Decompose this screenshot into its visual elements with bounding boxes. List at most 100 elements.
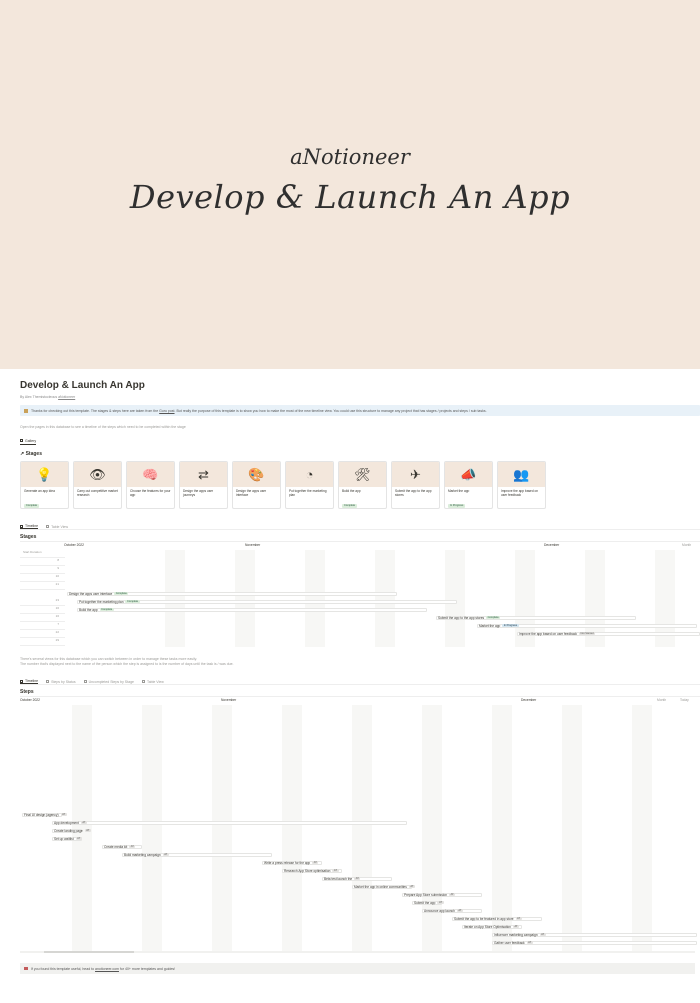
assignee-tag: AT — [84, 828, 91, 833]
timeline-months: October 2022 November December Month Tod… — [20, 697, 700, 703]
stage-timeline-bar[interactable]: Submit the app to the app stores Complete — [436, 615, 636, 620]
bar-label: Market the app in online communities — [354, 884, 407, 889]
tab-steps-timeline[interactable]: Timeline — [20, 679, 39, 684]
step-timeline-bar[interactable]: Final UI design (agency) AT — [22, 812, 67, 817]
tab-gallery[interactable]: Gallery — [20, 439, 37, 445]
stage-card[interactable]: 🎨 Design the apps user interface Complete — [232, 461, 281, 509]
footer-text: If you found this template useful, head … — [31, 966, 95, 971]
duration-cell: 16 — [20, 614, 65, 622]
people-icon: 👥 — [498, 462, 545, 487]
tab-label: Table View — [146, 679, 164, 684]
bar-label: Gather user feedback — [494, 940, 525, 945]
tab-table-view[interactable]: Table View — [46, 524, 68, 529]
assignee-tag: AT — [60, 812, 67, 817]
step-timeline-bar[interactable]: Create landing page AT — [52, 828, 91, 833]
pie-chart-icon: ◔ — [286, 462, 333, 487]
footer-link[interactable]: anotioneer.com — [95, 967, 119, 971]
bar-label: Beta test launch the — [324, 876, 353, 881]
tools-icon: 🛠 — [339, 462, 386, 487]
step-timeline-bar[interactable]: Gather user feedback AT — [492, 940, 697, 945]
note-icon — [24, 408, 28, 413]
arrows-icon: ⇄ — [180, 462, 227, 487]
duration-cell: 7 — [20, 622, 65, 630]
step-timeline-bar[interactable]: Build marketing campaign AT — [122, 852, 272, 857]
tab-uncompleted-steps[interactable]: Uncompleted Steps by Stage — [83, 679, 134, 684]
today-button[interactable]: Today — [680, 698, 689, 702]
bar-label: Influencer marketing campaign — [494, 932, 538, 937]
month-label: October 2022 — [64, 543, 84, 547]
stage-card[interactable]: 🛠 Build the app Complete — [338, 461, 387, 509]
steps-heading: Steps — [20, 689, 34, 695]
step-timeline-bar[interactable]: Submit the app to be featured in app sto… — [452, 916, 542, 921]
stage-card[interactable]: 👁 Carry out competitive market research Co… — [73, 461, 122, 509]
duration-cell: 16 — [20, 606, 65, 614]
step-timeline-bar[interactable]: Beta test launch the AT — [322, 876, 392, 881]
status-badge: Complete — [114, 591, 129, 596]
step-timeline-bar[interactable]: Market the app in online communities AT — [352, 884, 415, 889]
duration-col-header: Start Duration — [20, 550, 65, 558]
stage-timeline-bar[interactable]: Build the app Complete — [77, 607, 427, 612]
scrollbar-thumb[interactable] — [44, 951, 134, 953]
status-badge: Complete — [486, 615, 501, 620]
step-timeline-bar[interactable]: Submit the app AT — [412, 900, 444, 905]
gallery-icon — [20, 439, 23, 442]
month-label: October 2022 — [20, 698, 40, 702]
duration-cell: 22 — [20, 630, 65, 638]
step-timeline-bar[interactable]: Create media kit AT — [102, 844, 142, 849]
bar-label: Prepare App Store submission — [404, 892, 448, 897]
horizontal-scrollbar[interactable] — [20, 951, 695, 953]
stage-timeline-bar[interactable]: Put together the marketing plan Complete — [77, 599, 457, 604]
assignee-tag: AT — [512, 924, 520, 929]
stage-card[interactable]: 🧠 Choose the features for your app Complet… — [126, 461, 175, 509]
table-icon — [46, 525, 50, 528]
status-badge: Complete — [342, 503, 358, 508]
byline-prefix: By — [20, 395, 25, 399]
callout-link[interactable]: Guru post — [159, 409, 174, 413]
tab-steps-by-status[interactable]: Steps by Status — [46, 679, 76, 684]
view-mode-selector[interactable]: Month — [657, 698, 666, 702]
bar-label: Final UI design (agency) — [24, 812, 59, 817]
stage-card[interactable]: 👥 Improve the app based on user feedback N… — [497, 461, 546, 509]
status-badge: Complete — [289, 508, 304, 509]
intro-callout: Thanks for checking out this template. T… — [20, 405, 700, 416]
stage-card-title: Build the app — [342, 489, 361, 493]
timeline-months: October 2022 November December Month — [20, 542, 700, 548]
stages-timeline-tabs: Timeline Table View Stages — [20, 518, 700, 540]
byline-author: Alex Themistocleous — [24, 395, 58, 399]
stage-card-title: Generate an app idea — [24, 489, 55, 493]
step-timeline-bar[interactable]: Write a press release for the app AT — [262, 860, 322, 865]
bar-label: Submit the app to be featured in app sto… — [454, 916, 514, 921]
step-timeline-bar[interactable]: App development AT — [52, 820, 407, 825]
step-timeline-bar[interactable]: Set up waitlist AT — [52, 836, 82, 841]
board-icon — [46, 680, 50, 683]
byline: By Alex Themistocleous aNotioneer — [20, 395, 700, 399]
bar-label: Market the app — [479, 623, 501, 628]
page-body: Develop & Launch An App By Alex Themisto… — [20, 380, 700, 509]
tab-steps-table[interactable]: Table View — [141, 679, 164, 684]
stage-card[interactable]: 💡 Generate an app idea Complete — [20, 461, 69, 509]
palette-icon: 🎨 — [233, 462, 280, 487]
paper-plane-icon: ✈ — [392, 462, 439, 487]
view-mode-selector[interactable]: Month — [682, 543, 691, 547]
stage-timeline-bar[interactable]: Improve the app based on user feedback No… — [517, 631, 700, 636]
lightbulb-icon: 💡 — [21, 462, 68, 487]
step-timeline-bar[interactable]: Influencer marketing campaign AT — [492, 932, 697, 937]
assignee-tag: AT — [332, 868, 339, 873]
stage-card[interactable]: ◔ Put together the marketing plan Complete — [285, 461, 334, 509]
duration-cell: 9 — [20, 566, 65, 574]
stage-timeline-bar[interactable]: Design the apps user interface Complete — [67, 591, 397, 596]
table-icon — [141, 680, 145, 683]
stage-card[interactable]: ✈ Submit the app to the app stores Complet… — [391, 461, 440, 509]
step-timeline-bar[interactable]: Prepare App Store submission AT — [402, 892, 482, 897]
step-timeline-bar[interactable]: Announce app launch AT — [422, 908, 482, 913]
tab-timeline[interactable]: Timeline — [20, 524, 39, 529]
step-timeline-bar[interactable]: Iterate on App Store Optimisation AT — [462, 924, 522, 929]
bar-label: Iterate on App Store Optimisation — [464, 924, 511, 929]
timeline-icon — [20, 679, 23, 683]
byline-handle-link[interactable]: aNotioneer — [58, 395, 75, 399]
step-timeline-bar[interactable]: Research App Store optimisation AT — [282, 868, 342, 873]
stage-card[interactable]: 📣 Market the app In Progress — [444, 461, 493, 509]
stage-card[interactable]: ⇄ Design the apps user journeys Complete — [179, 461, 228, 509]
stage-timeline-bar[interactable]: Market the app In Progress — [477, 623, 697, 628]
status-badge: Complete — [395, 508, 410, 509]
